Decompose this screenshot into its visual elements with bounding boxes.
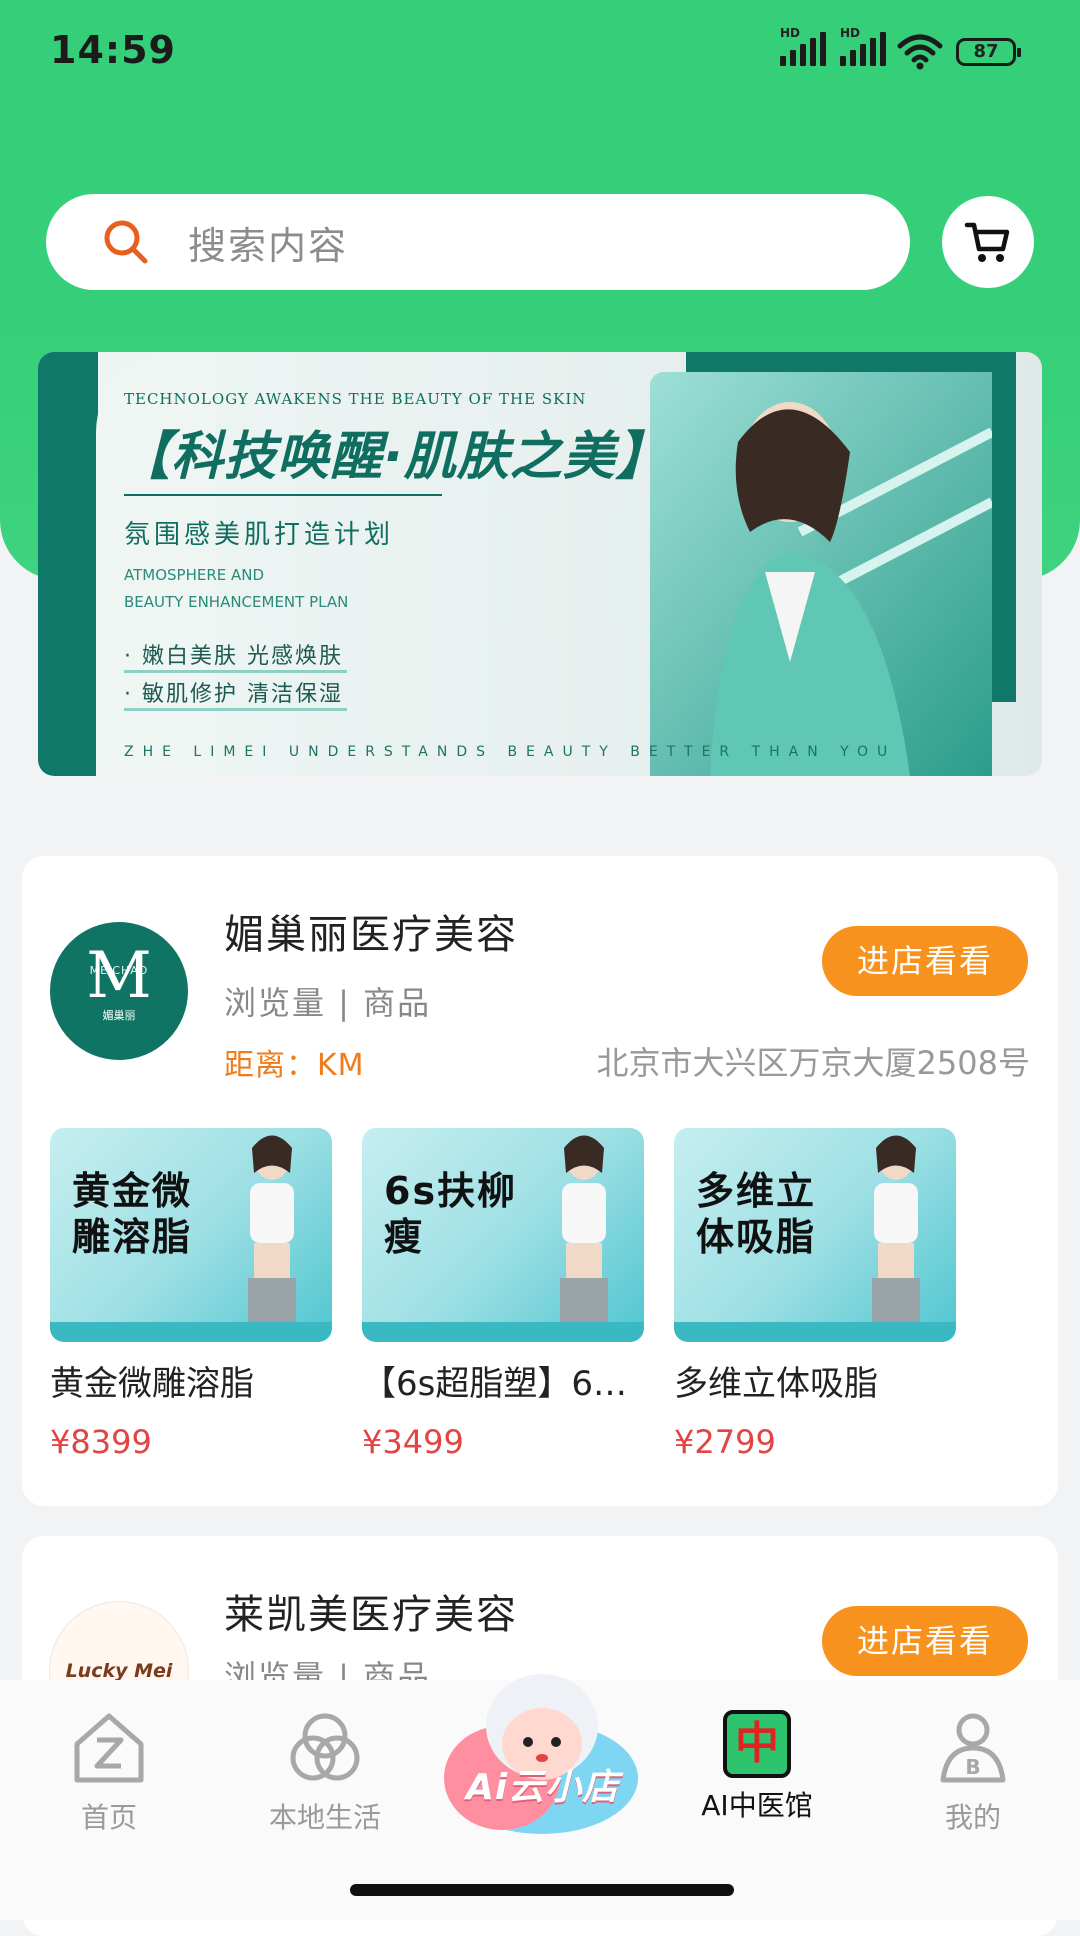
product-name: 多维立体吸脂	[674, 1364, 878, 1404]
product-image: 黄金微雕溶脂	[50, 1128, 332, 1342]
cell-signal-icon: HD	[780, 26, 826, 66]
cell-signal-icon-2: HD	[840, 26, 886, 66]
search-input[interactable]: 搜索内容	[188, 215, 348, 270]
product-price: ¥3499	[362, 1423, 464, 1461]
home-indicator[interactable]	[350, 1884, 734, 1896]
status-bar: 14:59 HD HD 87	[0, 0, 1080, 110]
product-card[interactable]: 黄金微雕溶脂 黄金微雕溶脂 ¥8399	[50, 1128, 332, 1461]
ai-mascot-icon	[444, 1674, 638, 1834]
shop-name: 莱凯美医疗美容	[224, 1592, 518, 1638]
tab-local-life[interactable]: 本地生活	[250, 1710, 400, 1836]
tab-ai-tcm[interactable]: 中 AI中医馆	[682, 1710, 832, 1824]
banner-en-subtitle: ATMOSPHERE AND BEAUTY ENHANCEMENT PLAN	[124, 566, 349, 611]
product-card[interactable]: 多维立体吸脂 多维立体吸脂 ¥2799	[674, 1128, 956, 1461]
product-name: 【6s超脂塑】6s…	[362, 1364, 644, 1404]
home-icon	[74, 1713, 144, 1783]
shop-name: 媚巢丽医疗美容	[224, 912, 518, 958]
cart-icon	[964, 222, 1010, 262]
status-time: 14:59	[50, 28, 176, 72]
cart-button[interactable]	[942, 196, 1034, 288]
tab-profile[interactable]: B 我的	[898, 1710, 1048, 1836]
product-price: ¥8399	[50, 1423, 152, 1461]
banner-model-image	[650, 372, 992, 776]
shop-card[interactable]: M MEICHAO 媚巢丽 媚巢丽医疗美容 浏览量 | 商品 距离：KM 北京市…	[22, 856, 1058, 1506]
svg-text:B: B	[965, 1755, 980, 1779]
banner-footer-text: ZHE LIMEI UNDERSTANDS BEAUTY BETTER THAN…	[124, 744, 897, 760]
shop-logo: M MEICHAO 媚巢丽	[50, 922, 188, 1060]
banner-bullet: · 嫩白美肤 光感焕肤	[124, 638, 347, 673]
wifi-icon	[897, 34, 943, 70]
local-life-icon	[290, 1713, 360, 1781]
product-image: 多维立体吸脂	[674, 1128, 956, 1342]
product-price: ¥2799	[674, 1423, 776, 1461]
product-list: 黄金微雕溶脂 黄金微雕溶脂 ¥8399 6s扶柳瘦 【6s超脂塑】6s… ¥34…	[50, 1128, 956, 1461]
tab-ai-shop[interactable]: Ai云小店	[442, 1666, 642, 1836]
product-name: 黄金微雕溶脂	[50, 1364, 254, 1404]
product-image: 6s扶柳瘦	[362, 1128, 644, 1342]
shop-address: 北京市大兴区万京大厦2508号	[596, 1044, 1030, 1082]
battery-indicator: 87	[956, 38, 1021, 66]
enter-shop-button[interactable]: 进店看看	[822, 926, 1028, 996]
search-icon	[102, 218, 150, 266]
enter-shop-button[interactable]: 进店看看	[822, 1606, 1028, 1676]
shop-meta: 浏览量 | 商品	[224, 984, 432, 1022]
search-bar[interactable]: 搜索内容	[46, 194, 910, 290]
tcm-icon: 中	[723, 1710, 791, 1778]
banner-en-headline: TECHNOLOGY AWAKENS THE BEAUTY OF THE SKI…	[124, 390, 587, 408]
profile-icon: B	[940, 1713, 1006, 1783]
product-card[interactable]: 6s扶柳瘦 【6s超脂塑】6s… ¥3499	[362, 1128, 644, 1461]
banner-title: 【科技唤醒·肌肤之美】	[118, 427, 669, 487]
promo-banner[interactable]: TECHNOLOGY AWAKENS THE BEAUTY OF THE SKI…	[38, 352, 1042, 776]
banner-subtitle: 氛围感美肌打造计划	[124, 520, 395, 550]
tab-home[interactable]: 首页	[34, 1710, 184, 1836]
shop-distance: 距离：KM	[224, 1048, 365, 1083]
banner-bullet: · 敏肌修护 清洁保湿	[124, 676, 347, 711]
